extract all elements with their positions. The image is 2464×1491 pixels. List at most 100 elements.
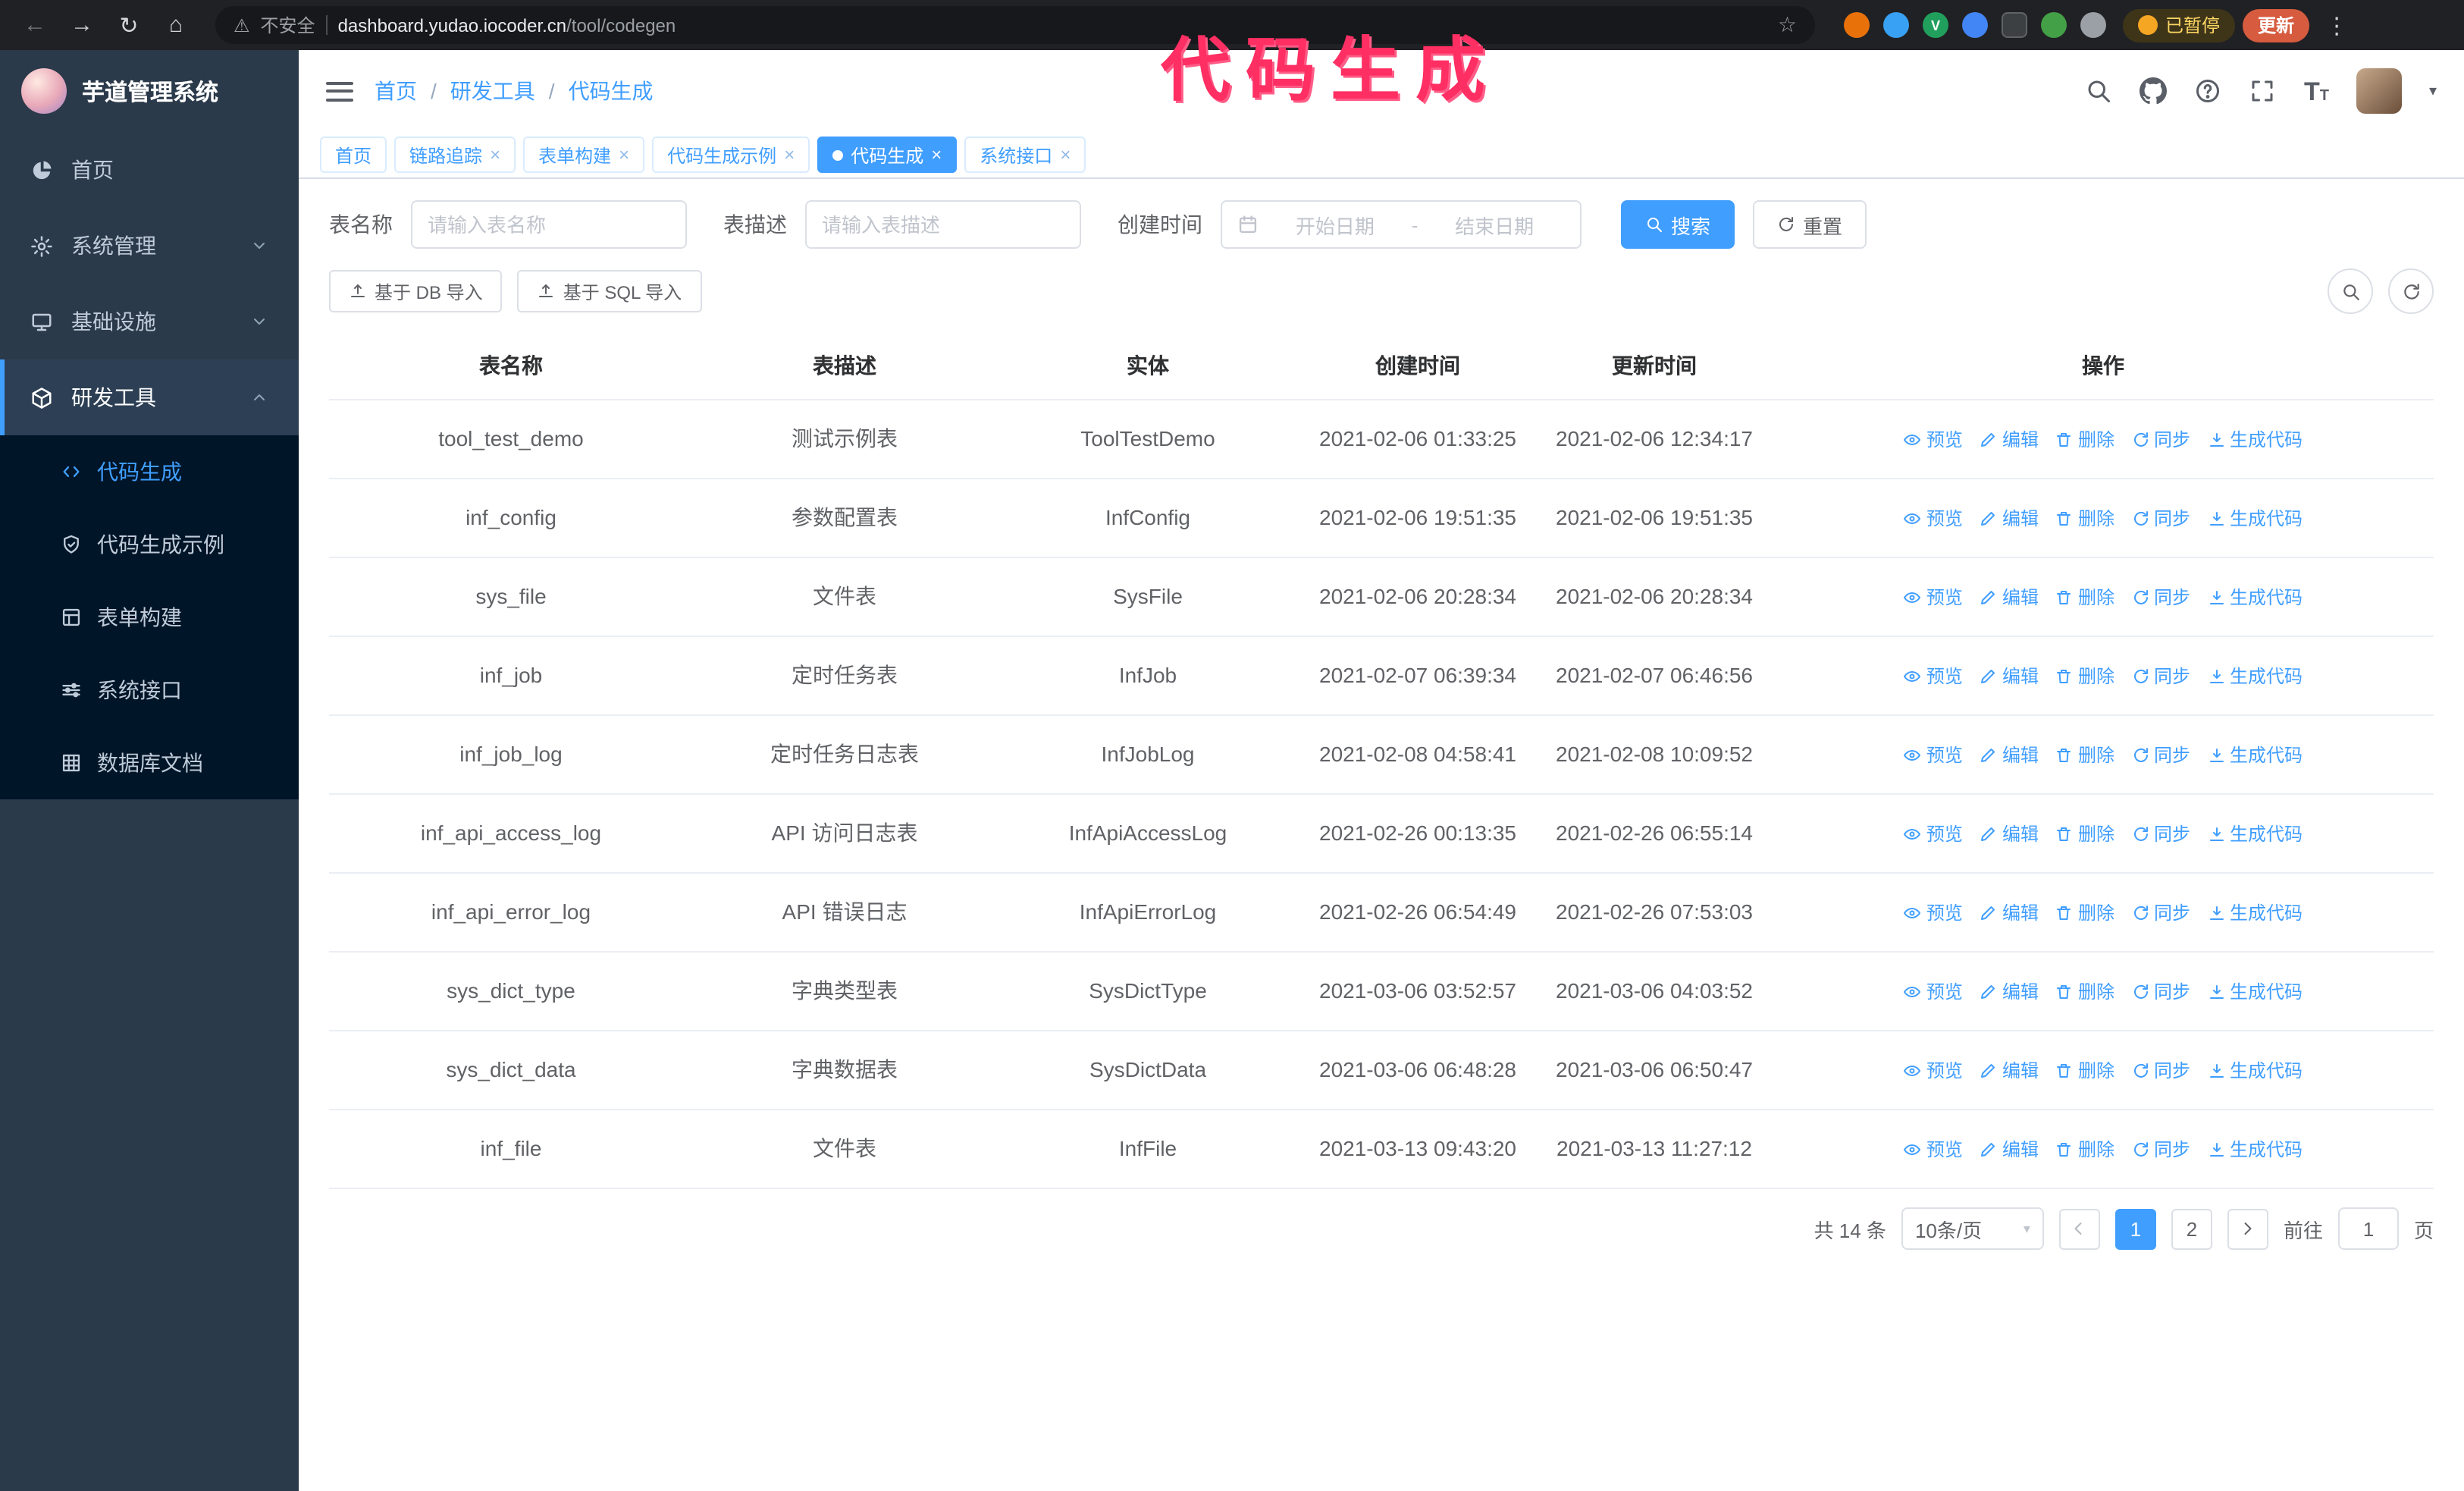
delete-link[interactable]: 删除	[2055, 741, 2114, 768]
generate-code-link[interactable]: 生成代码	[2207, 741, 2303, 768]
edit-link[interactable]: 编辑	[1980, 978, 2039, 1005]
edit-link[interactable]: 编辑	[1980, 899, 2039, 926]
generate-code-link[interactable]: 生成代码	[2207, 425, 2303, 453]
edit-link[interactable]: 编辑	[1980, 741, 2039, 768]
edit-link[interactable]: 编辑	[1980, 820, 2039, 847]
logo[interactable]: 芋道管理系统	[0, 50, 299, 132]
extension-icon[interactable]	[2041, 12, 2067, 38]
delete-link[interactable]: 删除	[2055, 978, 2114, 1005]
breadcrumb-item[interactable]: 首页	[375, 76, 417, 106]
generate-code-link[interactable]: 生成代码	[2207, 504, 2303, 532]
extension-icon[interactable]: V	[1923, 12, 1948, 38]
page-size-select[interactable]: 10条/页 ▾	[1901, 1207, 2044, 1250]
sync-link[interactable]: 同步	[2131, 425, 2190, 453]
preview-link[interactable]: 预览	[1904, 899, 1963, 926]
sync-link[interactable]: 同步	[2131, 583, 2190, 611]
generate-code-link[interactable]: 生成代码	[2207, 583, 2303, 611]
github-icon[interactable]	[2140, 77, 2168, 105]
next-page-button[interactable]	[2227, 1208, 2268, 1249]
generate-code-link[interactable]: 生成代码	[2207, 899, 2303, 926]
browser-forward-icon[interactable]: →	[62, 5, 102, 45]
edit-link[interactable]: 编辑	[1980, 1056, 2039, 1084]
generate-code-link[interactable]: 生成代码	[2207, 820, 2303, 847]
sync-link[interactable]: 同步	[2131, 741, 2190, 768]
preview-link[interactable]: 预览	[1904, 583, 1963, 611]
tab-codegen-example[interactable]: 代码生成示例 ×	[652, 137, 810, 173]
preview-link[interactable]: 预览	[1904, 978, 1963, 1005]
search-icon[interactable]	[2086, 77, 2113, 105]
sidebar-item-infrastructure[interactable]: 基础设施	[0, 284, 299, 359]
import-sql-button[interactable]: 基于 SQL 导入	[517, 270, 702, 312]
generate-code-link[interactable]: 生成代码	[2207, 662, 2303, 689]
extension-icon[interactable]	[1962, 12, 1988, 38]
delete-link[interactable]: 删除	[2055, 1135, 2114, 1163]
tab-system-api[interactable]: 系统接口 ×	[964, 137, 1086, 173]
close-icon[interactable]: ×	[784, 146, 795, 164]
delete-link[interactable]: 删除	[2055, 425, 2114, 453]
browser-reload-icon[interactable]: ↻	[109, 5, 149, 45]
preview-link[interactable]: 预览	[1904, 1135, 1963, 1163]
help-icon[interactable]	[2195, 77, 2222, 105]
browser-back-icon[interactable]: ←	[15, 5, 55, 45]
sync-link[interactable]: 同步	[2131, 978, 2190, 1005]
tab-home[interactable]: 首页	[320, 137, 387, 173]
page-button-2[interactable]: 2	[2171, 1208, 2212, 1249]
reset-button[interactable]: 重置	[1753, 200, 1867, 249]
collapse-sidebar-icon[interactable]	[326, 81, 353, 101]
search-button[interactable]: 搜索	[1621, 200, 1735, 249]
paused-badge[interactable]: 已暂停	[2123, 8, 2236, 42]
edit-link[interactable]: 编辑	[1980, 504, 2039, 532]
tab-codegen[interactable]: 代码生成 ×	[817, 137, 958, 173]
delete-link[interactable]: 删除	[2055, 583, 2114, 611]
close-icon[interactable]: ×	[619, 146, 629, 164]
sync-link[interactable]: 同步	[2131, 820, 2190, 847]
date-range-picker[interactable]: 开始日期 - 结束日期	[1221, 200, 1582, 249]
preview-link[interactable]: 预览	[1904, 1056, 1963, 1084]
sync-link[interactable]: 同步	[2131, 1056, 2190, 1084]
import-db-button[interactable]: 基于 DB 导入	[329, 270, 503, 312]
avatar-dropdown-caret-icon[interactable]: ▾	[2429, 83, 2437, 99]
extension-icon[interactable]	[2002, 12, 2027, 38]
close-icon[interactable]: ×	[1060, 146, 1071, 164]
sidebar-item-home[interactable]: 首页	[0, 132, 299, 208]
browser-home-icon[interactable]: ⌂	[156, 5, 196, 45]
browser-update-button[interactable]: 更新	[2243, 8, 2310, 42]
sidebar-item-system-api[interactable]: 系统接口	[0, 654, 299, 727]
browser-menu-icon[interactable]: ⋮	[2317, 5, 2356, 45]
fullscreen-icon[interactable]	[2249, 77, 2277, 105]
sync-link[interactable]: 同步	[2131, 662, 2190, 689]
preview-link[interactable]: 预览	[1904, 820, 1963, 847]
breadcrumb-item[interactable]: 研发工具	[450, 76, 535, 106]
preview-link[interactable]: 预览	[1904, 425, 1963, 453]
extension-icon[interactable]	[1844, 12, 1870, 38]
sync-link[interactable]: 同步	[2131, 504, 2190, 532]
sidebar-item-dev-tools[interactable]: 研发工具	[0, 359, 299, 435]
sidebar-item-codegen-example[interactable]: 代码生成示例	[0, 508, 299, 581]
generate-code-link[interactable]: 生成代码	[2207, 1135, 2303, 1163]
refresh-table-button[interactable]	[2388, 268, 2434, 314]
extensions-puzzle-icon[interactable]	[2080, 12, 2106, 38]
edit-link[interactable]: 编辑	[1980, 583, 2039, 611]
goto-page-input[interactable]	[2337, 1207, 2399, 1250]
sidebar-item-form-builder[interactable]: 表单构建	[0, 581, 299, 654]
delete-link[interactable]: 删除	[2055, 504, 2114, 532]
user-avatar[interactable]	[2356, 68, 2402, 114]
preview-link[interactable]: 预览	[1904, 504, 1963, 532]
page-button-1[interactable]: 1	[2114, 1208, 2156, 1249]
toggle-search-button[interactable]	[2328, 268, 2373, 314]
table-name-input[interactable]	[411, 200, 687, 249]
bookmark-star-icon[interactable]: ☆	[1778, 12, 1797, 38]
font-size-icon[interactable]: TT	[2304, 78, 2329, 104]
delete-link[interactable]: 删除	[2055, 820, 2114, 847]
sidebar-item-system-management[interactable]: 系统管理	[0, 208, 299, 284]
tab-trace[interactable]: 链路追踪 ×	[394, 137, 516, 173]
tab-form-builder[interactable]: 表单构建 ×	[523, 137, 645, 173]
breadcrumb-item[interactable]: 代码生成	[569, 76, 654, 106]
sync-link[interactable]: 同步	[2131, 1135, 2190, 1163]
sidebar-item-db-docs[interactable]: 数据库文档	[0, 727, 299, 799]
extension-icon[interactable]	[1883, 12, 1909, 38]
edit-link[interactable]: 编辑	[1980, 1135, 2039, 1163]
sync-link[interactable]: 同步	[2131, 899, 2190, 926]
edit-link[interactable]: 编辑	[1980, 425, 2039, 453]
generate-code-link[interactable]: 生成代码	[2207, 1056, 2303, 1084]
